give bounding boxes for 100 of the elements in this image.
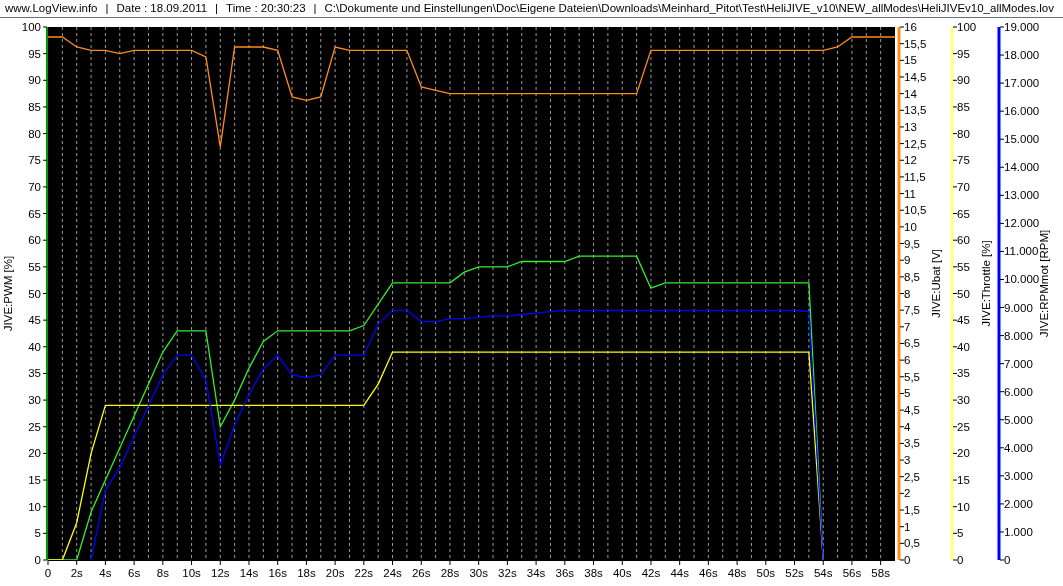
axis-tick-label: 28s — [440, 567, 460, 579]
axis-tick-label: 0 — [1004, 554, 1011, 566]
axis-tick-label: 13 — [904, 120, 917, 133]
axis-tick-label: 26s — [412, 567, 431, 579]
axis-tick-label: 5 — [34, 527, 41, 540]
axis-tick-label: 20s — [325, 567, 345, 579]
axis-tick-label: 3.000 — [1004, 469, 1033, 482]
axis-tick-label: 22s — [354, 567, 374, 579]
axis-tick-label: 80 — [28, 127, 41, 140]
axis-tick-label: 38s — [584, 567, 603, 579]
axis-tick-label: 90 — [957, 74, 970, 87]
axis-tick-label: 52s — [785, 567, 804, 579]
axis-tick-label: 9.000 — [1004, 301, 1033, 314]
axis-tick-label: 1 — [904, 520, 911, 533]
header-text: Date : 18.09.2011 — [116, 0, 208, 16]
axis-tick-label: 15,5 — [904, 37, 927, 50]
separator: | — [105, 0, 109, 16]
axis-tick-label: 6 — [904, 354, 911, 367]
axis-tick-label: 16 — [904, 21, 917, 33]
axis-tick-label: 50s — [756, 567, 776, 579]
axis-tick-label: 70 — [957, 180, 970, 193]
axis-tick-label: 40s — [612, 567, 632, 579]
axis-tick-label: 7,5 — [904, 304, 920, 317]
axis-tick-label: 8.000 — [1004, 329, 1033, 342]
axis-tick-label: 10 — [904, 220, 917, 233]
axis-tick-label: 16.000 — [1004, 105, 1040, 118]
axis-tick-label: 50 — [957, 287, 970, 300]
axis-tick-label: 2s — [70, 567, 83, 579]
axis-tick-label: 40 — [957, 340, 970, 353]
axis-tick-label: 3,5 — [904, 437, 920, 450]
axis-tick-label: 58s — [871, 567, 890, 579]
axis-tick-label: 46s — [699, 567, 718, 579]
axis-tick-label: 14.000 — [1004, 161, 1040, 174]
axis-tick-label: 11,5 — [904, 170, 926, 183]
axis-tick-label: 70 — [28, 180, 41, 193]
axis-tick-label: 4 — [904, 420, 911, 433]
axis-tick-label: 15.000 — [1004, 133, 1040, 146]
axis-tick-label: 15 — [904, 54, 917, 67]
axis-tick-label: 7.000 — [1004, 357, 1033, 370]
axis-tick-label: 25 — [957, 420, 970, 433]
axis-tick-label: 2,5 — [904, 470, 920, 483]
axis-title: JIVE:Ubat [V] — [930, 249, 942, 318]
axis-tick-label: 14s — [239, 567, 259, 579]
axis-tick-label: 60 — [28, 234, 41, 247]
axis-tick-label: 100 — [957, 21, 977, 33]
axis-tick-label: 20 — [957, 447, 970, 460]
axis-tick-label: 12,5 — [904, 137, 927, 150]
axis-tick-label: 34s — [526, 567, 546, 579]
axis-tick-label: 14,5 — [904, 70, 927, 83]
axis-tick-label: 0 — [44, 567, 52, 579]
axis-tick-label: 24s — [383, 567, 402, 579]
axis-tick-label: 18s — [297, 567, 316, 579]
axis-tick-label: 8 — [904, 287, 911, 300]
axis-tick-label: 65 — [28, 207, 41, 220]
axis-tick-label: 35 — [957, 367, 970, 380]
axis-tick-label: 45 — [957, 314, 970, 327]
axis-tick-label: 30 — [28, 394, 41, 407]
axis-tick-label: 5 — [904, 387, 911, 400]
axis-tick-label: 32s — [498, 567, 517, 579]
axis-tick-label: 56s — [842, 567, 862, 579]
axis-tick-label: 12s — [211, 567, 230, 579]
axis-tick-label: 15 — [28, 474, 41, 487]
axis-tick-label: 80 — [957, 127, 970, 140]
axis-tick-label: 13.000 — [1004, 189, 1040, 202]
axis-tick-label: 8s — [156, 567, 169, 579]
axis-tick-label: 5 — [957, 527, 964, 540]
axis-tick-label: 3 — [904, 454, 911, 467]
axis-tick-label: 0 — [957, 554, 964, 566]
axis-tick-label: 60 — [957, 234, 970, 247]
axis-tick-label: 0 — [34, 554, 41, 566]
axis-tick-label: 45 — [28, 314, 41, 327]
header-text: C:\Dokumente und Einstellungen\Doc\Eigene Dateien\Downloads\Meinhard_Pitot\Test\HeliJIVE_v10\NEW_allModes\HeliJIVEv10_allModes.lov — [324, 0, 1054, 16]
axis-tick-label: 17.000 — [1004, 77, 1040, 90]
axis-tick-label: 40 — [28, 340, 41, 353]
axis-tick-label: 48s — [727, 567, 747, 579]
separator: | — [313, 0, 317, 16]
axis-tick-label: 20 — [28, 447, 41, 460]
axis-tick-label: 6.000 — [1004, 385, 1033, 398]
axis-tick-label: 75 — [28, 154, 41, 167]
axis-tick-label: 2.000 — [1004, 497, 1033, 510]
axis-tick-label: 44s — [670, 567, 689, 579]
axis-tick-label: 18.000 — [1004, 49, 1040, 62]
axis-tick-label: 9 — [904, 254, 911, 267]
axis-tick-label: 4,5 — [904, 404, 920, 417]
axis-tick-label: 11.000 — [1004, 245, 1039, 258]
axis-title: JIVE:RPMmot [RPM] — [1038, 229, 1050, 338]
axis-tick-label: 10.000 — [1004, 273, 1040, 286]
axis-tick-label: 95 — [28, 47, 41, 60]
axis-tick-label: 19.000 — [1004, 21, 1040, 33]
axis-tick-label: 12 — [904, 154, 917, 167]
axis-title: JIVE:PWM [%] — [2, 255, 14, 332]
axis-tick-label: 50 — [28, 287, 41, 300]
axis-tick-label: 5.000 — [1004, 413, 1033, 426]
axis-tick-label: 30 — [957, 394, 970, 407]
axis-tick-label: 25 — [28, 420, 41, 433]
axis-tick-label: 16s — [268, 567, 287, 579]
axis-tick-label: 55 — [957, 260, 970, 273]
axis-tick-label: 10 — [28, 500, 41, 513]
axis-tick-label: 14 — [904, 87, 917, 100]
axis-tick-label: 36s — [555, 567, 575, 579]
